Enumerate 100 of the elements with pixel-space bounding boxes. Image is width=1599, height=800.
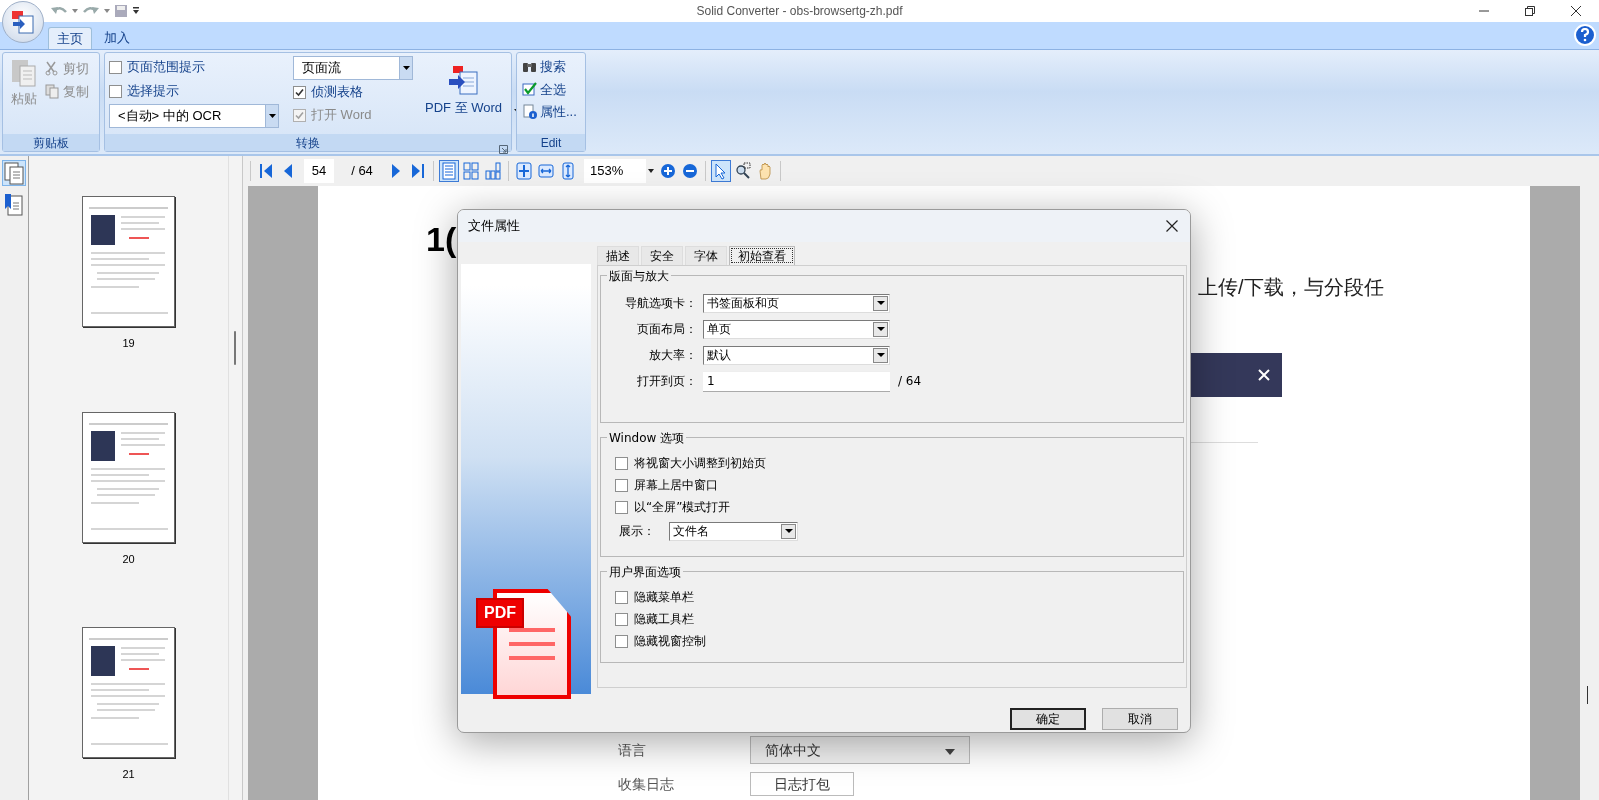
checkbox[interactable] xyxy=(615,612,628,626)
caret-icon[interactable] xyxy=(104,9,110,13)
fit-page-button[interactable] xyxy=(514,160,534,182)
ribbon-tab[interactable]: 加入 xyxy=(96,27,138,49)
fit-page-icon xyxy=(516,162,532,180)
page-number-field[interactable]: 54 xyxy=(304,159,334,183)
ribbon-tab[interactable]: 主页 xyxy=(48,27,92,49)
ocr-dropdown[interactable]: <自动> 中的 OCR xyxy=(109,104,279,128)
checkbox-label[interactable]: 隐藏工具栏 xyxy=(615,608,1183,630)
caret-icon xyxy=(876,353,885,357)
setting-label: 语言 xyxy=(618,740,647,760)
close-icon[interactable] xyxy=(1571,6,1581,16)
group-title: 版面与放大 xyxy=(607,267,671,285)
zoom-region-icon xyxy=(735,162,751,180)
app-logo-icon xyxy=(10,9,36,35)
dropdown[interactable]: 书签面板和页 xyxy=(703,293,890,313)
fit-width-icon xyxy=(538,162,554,180)
ribbon-small-button[interactable]: 全选 xyxy=(522,79,580,99)
field-label: 导航选项卡： xyxy=(624,295,697,312)
pdf-to-word-icon xyxy=(446,64,481,98)
page-thumbnail[interactable] xyxy=(82,196,175,327)
group-label: 剪贴板 xyxy=(33,134,69,152)
help-icon[interactable] xyxy=(1574,24,1596,46)
caret-icon xyxy=(268,114,276,118)
ribbon-small-button[interactable]: 搜索 xyxy=(522,57,580,77)
scrollbar-thumb[interactable] xyxy=(1587,686,1588,704)
log-package-button[interactable]: 日志打包 xyxy=(750,772,854,796)
hand-icon xyxy=(757,162,773,180)
group-label: 转换 xyxy=(296,134,320,152)
customize-menu-icon[interactable] xyxy=(132,7,140,15)
checkbox-label[interactable]: 选择提示 xyxy=(109,80,279,102)
single-page-icon xyxy=(441,162,457,180)
pages-icon xyxy=(3,161,25,185)
sidebar-tab[interactable] xyxy=(2,160,26,186)
dialog-tab[interactable]: 字体 xyxy=(685,246,727,265)
fit-height-icon xyxy=(560,162,576,180)
document-text: 上传/下载，与分段任 xyxy=(1198,275,1384,300)
checkbox[interactable] xyxy=(293,85,306,99)
restore-icon[interactable] xyxy=(1525,6,1535,16)
layout-mode-dropdown[interactable]: 页面流 xyxy=(293,56,413,80)
field-label: 打开到页： xyxy=(636,373,697,390)
checkbox-label[interactable]: 以“全屏”模式打开 xyxy=(615,496,1183,518)
dialog-button[interactable]: 确定 xyxy=(1010,708,1086,730)
caret-icon xyxy=(784,529,793,533)
dropdown[interactable]: 文件名 xyxy=(669,521,798,541)
page-thumbnail[interactable] xyxy=(82,411,175,543)
dialog-button[interactable]: 取消 xyxy=(1102,708,1178,730)
group-title: Window 选项 xyxy=(607,429,687,447)
dropdown[interactable]: 单页 xyxy=(703,319,890,339)
close-icon[interactable] xyxy=(1166,220,1178,232)
pdf-to-word-button[interactable]: PDF 至 Word xyxy=(423,56,505,134)
checkbox-label[interactable]: 隐藏视窗控制 xyxy=(615,630,1183,652)
checkbox[interactable] xyxy=(615,500,628,514)
field-label: 放大率： xyxy=(648,347,697,364)
caret-icon xyxy=(648,169,654,173)
caret-icon xyxy=(876,327,885,331)
ribbon-small-button[interactable]: 属性... xyxy=(522,102,580,122)
language-dropdown[interactable]: 简体中文 xyxy=(750,736,970,764)
group-title: 用户界面选项 xyxy=(607,563,683,581)
caret-icon[interactable] xyxy=(72,9,78,13)
checkbox[interactable] xyxy=(615,478,628,492)
checkbox[interactable] xyxy=(615,456,628,470)
dialog-launcher-icon[interactable] xyxy=(499,145,508,154)
scissors-icon xyxy=(45,61,59,77)
checkbox-label[interactable]: 将视窗大小调整到初始页 xyxy=(615,452,1183,474)
last-page-icon xyxy=(410,162,426,180)
dropdown[interactable]: 默认 xyxy=(703,345,890,365)
dialog-title: 文件属性 xyxy=(468,217,521,236)
checkbox[interactable] xyxy=(109,84,122,98)
page-thumbnail[interactable] xyxy=(82,627,175,758)
checkbox-label[interactable]: 页面范围提示 xyxy=(109,56,279,78)
clipboard-icon xyxy=(10,57,38,89)
grid-pages-icon xyxy=(463,162,479,180)
dialog-tab[interactable]: 安全 xyxy=(641,246,683,265)
dialog-tab[interactable]: 初始查看 xyxy=(729,246,795,265)
page-input-field[interactable]: 1 xyxy=(703,370,890,392)
select-arrow-button[interactable] xyxy=(711,160,731,182)
document-info-icon xyxy=(522,104,537,120)
zoom-dropdown[interactable]: 153% xyxy=(584,159,656,183)
single-page-button[interactable] xyxy=(439,160,459,182)
facing-pages-button[interactable] xyxy=(483,160,503,182)
copy-icon xyxy=(45,83,59,99)
grid-pages-button[interactable] xyxy=(461,160,481,182)
dialog-tab[interactable]: 描述 xyxy=(597,246,639,265)
checkbox-label[interactable]: 屏幕上居中窗口 xyxy=(615,474,1183,496)
document-heading: 1( xyxy=(426,219,457,260)
sidebar-tab[interactable] xyxy=(2,192,26,218)
checkbox[interactable] xyxy=(615,590,628,604)
first-page-icon xyxy=(258,162,274,180)
caret-icon xyxy=(876,301,885,305)
scrollbar-thumb[interactable] xyxy=(234,331,236,365)
group-label: Edit xyxy=(540,134,562,152)
checkbox-label[interactable]: 侦测表格 xyxy=(293,81,413,103)
window-title: Solid Converter - obs-browsertg-zh.pdf xyxy=(695,3,904,20)
checkbox[interactable] xyxy=(109,60,122,74)
setting-label: 收集日志 xyxy=(618,774,675,794)
checkbox[interactable] xyxy=(615,634,628,648)
checkbox-label[interactable]: 隐藏菜单栏 xyxy=(615,586,1183,608)
caret-icon xyxy=(402,66,410,70)
caret-icon xyxy=(945,748,955,755)
